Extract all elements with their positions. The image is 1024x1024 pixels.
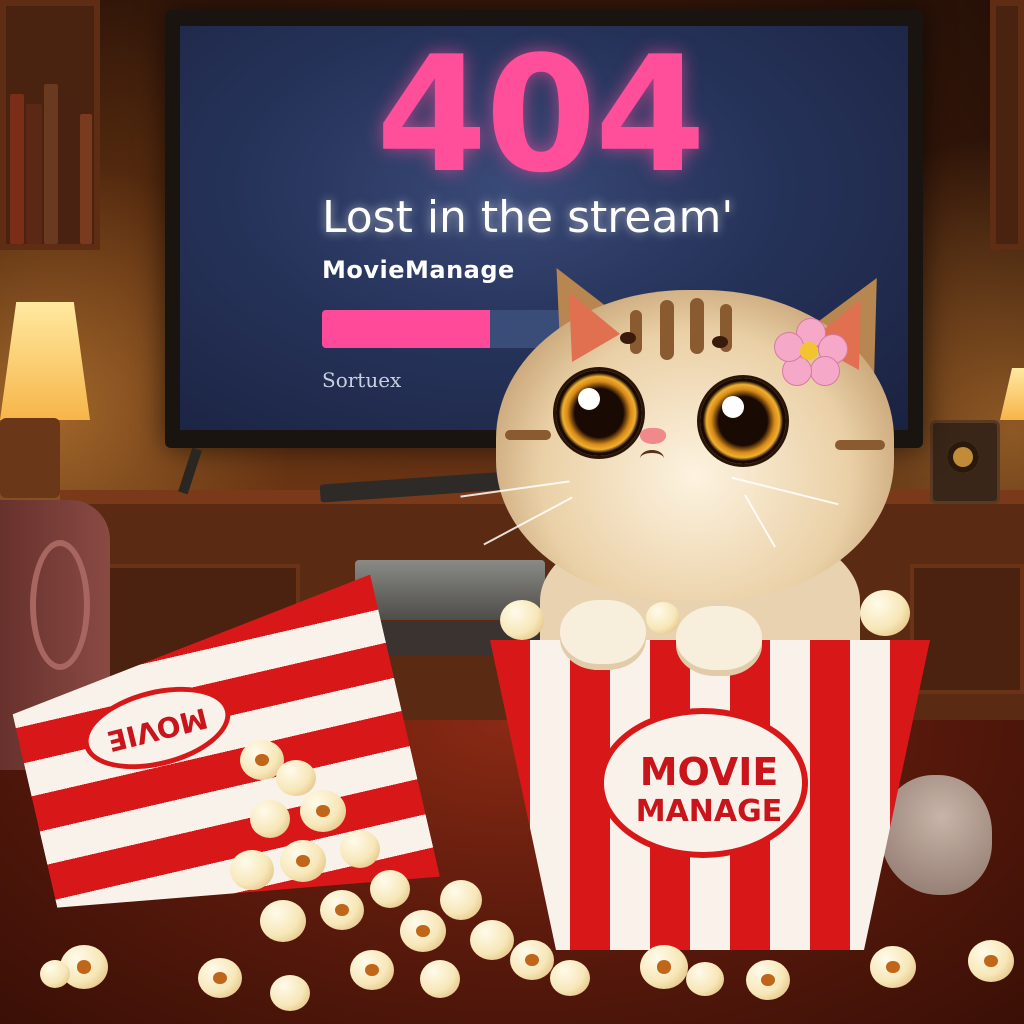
popcorn-kernel: [968, 940, 1014, 982]
popcorn-kernel: [40, 960, 70, 988]
book: [26, 104, 42, 244]
flower-hairclip: [774, 318, 848, 386]
cat-paw-left: [560, 600, 646, 670]
popcorn-kernel: [370, 870, 410, 908]
popcorn-kernel: [646, 602, 680, 634]
cat-brow-left: [620, 332, 636, 344]
cat-stripe: [505, 430, 551, 440]
popcorn-kernel: [280, 840, 326, 882]
error-tagline: Lost in the stream': [322, 192, 734, 243]
brand-name: MovieManage: [322, 256, 515, 284]
table-lamp-base: [0, 418, 60, 498]
bucket-badge: MOVIE MANAGE: [598, 708, 808, 858]
popcorn-kernel: [470, 920, 514, 960]
popcorn-kernel: [300, 790, 346, 832]
popcorn-kernel: [746, 960, 790, 1000]
scene: 404 Lost in the stream' MovieManage Sort…: [0, 0, 1024, 1024]
left-bookshelf: [0, 0, 100, 250]
popcorn-kernel: [198, 958, 242, 998]
speaker: [930, 420, 1000, 504]
cat-eye-left: [556, 370, 642, 456]
popcorn-kernel: [270, 975, 310, 1011]
progress-fill: [322, 310, 490, 348]
book: [44, 84, 58, 244]
cat-stripe: [660, 300, 674, 360]
popcorn-kernel: [640, 945, 688, 989]
bucket-label-line2: MANAGE: [635, 794, 783, 829]
book: [80, 114, 92, 244]
popcorn-kernel: [440, 880, 482, 920]
flower-petal: [810, 356, 840, 386]
book: [60, 94, 78, 244]
popcorn-kernel: [500, 600, 544, 640]
progress-bar: [322, 310, 562, 348]
cat-paw-right: [676, 606, 762, 676]
popcorn-kernel: [400, 910, 446, 952]
popcorn-kernel: [320, 890, 364, 930]
flower-petal: [774, 332, 804, 362]
eye-shine: [578, 388, 600, 410]
cat-stripe: [690, 298, 704, 354]
cabinet-door: [910, 564, 1024, 694]
error-code: 404: [376, 21, 706, 208]
eye-shine: [722, 396, 744, 418]
source-label: Sortuex: [322, 368, 402, 392]
cat-stripe: [835, 440, 885, 450]
popcorn-kernel: [550, 960, 590, 996]
popcorn-kernel: [250, 800, 290, 838]
popcorn-kernel: [870, 946, 916, 988]
cat-brow-right: [712, 336, 728, 348]
book: [10, 94, 24, 244]
popcorn-kernel: [276, 760, 316, 796]
popcorn-kernel: [350, 950, 394, 990]
right-bookshelf: [990, 0, 1024, 250]
popcorn-kernel: [860, 590, 910, 636]
cat-mouth: [640, 450, 664, 467]
popcorn-kernel: [510, 940, 554, 980]
popcorn-kernel: [230, 850, 274, 890]
cat-eye-right: [700, 378, 786, 464]
bucket-label-line1: MOVIE: [639, 750, 779, 794]
cat-nose: [640, 428, 666, 444]
popcorn-kernel: [260, 900, 306, 942]
popcorn-kernel: [686, 962, 724, 996]
popcorn-kernel: [340, 830, 380, 868]
armchair-arm: [30, 540, 90, 670]
popcorn-kernel: [420, 960, 460, 998]
flower-center: [800, 342, 818, 360]
